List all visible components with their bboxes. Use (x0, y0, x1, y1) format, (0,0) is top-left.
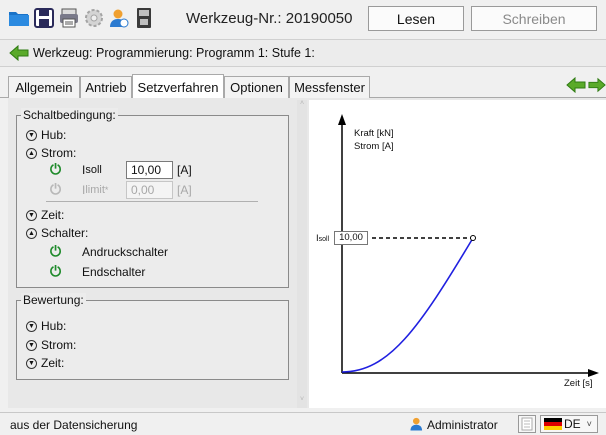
print-icon[interactable] (58, 6, 80, 30)
tab-antrieb[interactable]: Antrieb (80, 76, 132, 98)
lesen-tab[interactable]: Lesen (368, 6, 464, 31)
hub-row[interactable]: ▼ Hub: (26, 128, 66, 142)
breadcrumb: Werkzeug: Programmierung: Programm 1: St… (33, 46, 315, 60)
tab-setzverfahren[interactable]: Setzverfahren (132, 74, 224, 99)
bewertung-hub-row[interactable]: ▼ Hub: (26, 319, 66, 333)
prev-arrow-icon[interactable] (566, 76, 586, 96)
user-icon[interactable] (108, 6, 130, 30)
tab-bar: Allgemein Antrieb Setzverfahren Optionen… (0, 74, 606, 99)
bewertung-zeit-label: Zeit: (41, 356, 65, 370)
y-axis-arrowhead (338, 114, 346, 125)
zeit-row[interactable]: ▼ Zeit: (26, 208, 64, 222)
chevron-down-icon[interactable]: ▼ (26, 129, 37, 141)
open-folder-icon[interactable] (8, 6, 30, 30)
german-flag-icon (544, 418, 562, 430)
y-axis-label-kraft: Kraft [kN] (354, 128, 394, 139)
next-arrow-icon[interactable] (588, 77, 606, 96)
administrator-icon (409, 416, 425, 435)
settings-gear-icon[interactable] (83, 6, 105, 30)
toolbar: Werkzeug-Nr.: 20190050 Lesen Schreiben (0, 0, 606, 38)
chevron-up-icon[interactable]: ▲ (26, 147, 37, 159)
schalter-row[interactable]: ▲ Schalter: (26, 226, 88, 240)
schreiben-tab[interactable]: Schreiben (471, 6, 597, 31)
bewertung-zeit-row[interactable]: ▼ Zeit: (26, 356, 64, 370)
back-arrow-icon[interactable] (9, 44, 29, 64)
isoll-marker-label: Isoll (316, 233, 329, 244)
chevron-down-icon: ˅ (586, 419, 592, 429)
chevron-up-icon[interactable]: ▲ (26, 227, 37, 239)
chevron-down-icon[interactable]: ▼ (26, 320, 37, 332)
chevron-down-icon[interactable]: ▼ (26, 357, 37, 369)
save-icon[interactable] (33, 6, 55, 30)
scroll-down-icon[interactable]: ˅ (297, 396, 307, 404)
ilimit-sub: limit (85, 184, 105, 196)
y-axis-label-strom: Strom [A] (354, 141, 394, 152)
app-window: Werkzeug-Nr.: 20190050 Lesen Schreiben W… (0, 0, 606, 435)
isoll-value-box: 10,00 (334, 231, 368, 245)
power-icon[interactable]: ⏻ (46, 160, 65, 178)
status-bar: aus der Datensicherung Administrator DE … (0, 412, 606, 435)
ilimit-input: 0,00 (126, 181, 173, 199)
isoll-sub: soll (85, 164, 102, 176)
ilimit-label: Ilimit * (82, 183, 109, 197)
bewertung-legend: Bewertung: (21, 293, 86, 307)
log-icon[interactable] (518, 415, 536, 433)
strom-label: Strom: (41, 146, 77, 160)
curve-endpoint (470, 235, 476, 241)
isoll-unit: [A] (177, 163, 192, 177)
isoll-label: Isoll (82, 163, 102, 177)
chevron-down-icon[interactable]: ▼ (26, 209, 37, 221)
x-axis-arrowhead (588, 369, 599, 377)
end-power-icon[interactable]: ⏻ (46, 262, 65, 280)
schalter-label: Schalter: (41, 226, 89, 240)
chevron-down-icon[interactable]: ▼ (26, 339, 37, 351)
isoll-input[interactable]: 10,00 (126, 161, 173, 179)
schaltbedingung-legend: Schaltbedingung: (21, 108, 118, 122)
strom-row[interactable]: ▲ Strom: (26, 146, 76, 160)
tab-optionen[interactable]: Optionen (224, 76, 289, 98)
hub-label: Hub: (41, 128, 67, 142)
endschalter-label: Endschalter (82, 265, 146, 279)
isoll-marker-sub: soll (318, 236, 330, 243)
bewertung-strom-label: Strom: (41, 338, 77, 352)
power-disabled-icon: ⏻ (49, 180, 62, 197)
zeit-label: Zeit: (41, 208, 65, 222)
device-icon[interactable] (133, 6, 155, 30)
bewertung-hub-label: Hub: (41, 319, 67, 333)
breadcrumb-bar: Werkzeug: Programmierung: Programm 1: St… (0, 39, 606, 67)
bewertung-strom-row[interactable]: ▼ Strom: (26, 338, 76, 352)
ilimit-unit: [A] (177, 183, 192, 197)
user-name: Administrator (427, 418, 498, 432)
scrollbar[interactable]: ˄ ˅ (297, 100, 307, 408)
tool-number-title: Werkzeug-Nr.: 20190050 (186, 10, 353, 27)
tab-messfenster[interactable]: Messfenster (289, 76, 370, 98)
scroll-up-icon[interactable]: ˄ (297, 100, 307, 108)
andruckschalter-label: Andruckschalter (82, 245, 169, 259)
andruck-power-icon[interactable]: ⏻ (46, 242, 65, 260)
tab-allgemein[interactable]: Allgemein (8, 76, 80, 98)
language-select[interactable]: DE ˅ (540, 415, 598, 433)
current-curve (341, 237, 474, 373)
language-label: DE (564, 417, 581, 431)
diagram-panel: Kraft [kN] Strom [A] Zeit [s] Isoll 10,0… (309, 100, 606, 408)
divider (46, 201, 258, 202)
x-axis-label: Zeit [s] (564, 378, 593, 389)
status-text: aus der Datensicherung (10, 418, 138, 432)
